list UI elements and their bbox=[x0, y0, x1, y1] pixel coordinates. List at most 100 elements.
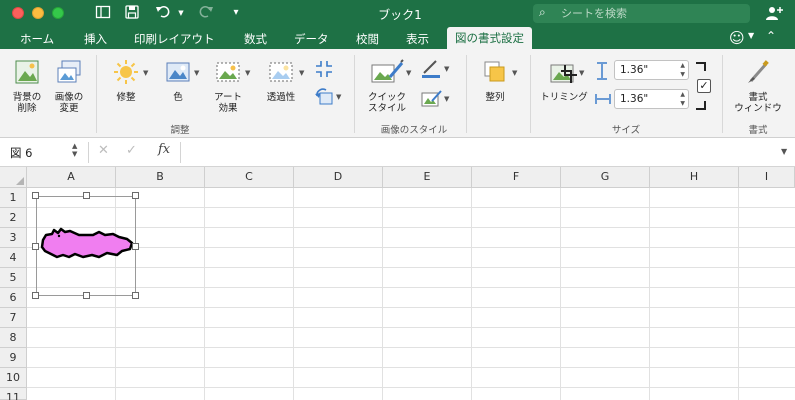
tab-home[interactable]: ホーム bbox=[20, 31, 54, 47]
insert-function-icon[interactable]: fx bbox=[158, 142, 170, 157]
grid-line bbox=[27, 247, 795, 248]
sidebar-toggle-icon[interactable] bbox=[95, 4, 111, 22]
column-header-i[interactable]: I bbox=[739, 167, 795, 188]
expand-formula-bar-icon[interactable]: ▼ bbox=[781, 147, 787, 156]
customize-toolbar-icon[interactable]: ▾ bbox=[230, 4, 242, 22]
column-header-b[interactable]: B bbox=[116, 167, 205, 188]
ribbon-separator bbox=[530, 55, 531, 133]
confirm-edit-icon[interactable]: ✓ bbox=[126, 143, 137, 158]
transparency-button[interactable]: 透過性 bbox=[260, 59, 302, 103]
picture-border-icon[interactable] bbox=[420, 59, 442, 79]
column-header-h[interactable]: H bbox=[650, 167, 739, 188]
row-header-7[interactable]: 7 bbox=[0, 308, 27, 328]
column-header-f[interactable]: F bbox=[472, 167, 561, 188]
search-sheet-box[interactable]: ⌕ bbox=[533, 4, 750, 23]
resize-handle-top-right[interactable] bbox=[132, 192, 139, 199]
smiley-feedback-icon[interactable]: ☺ bbox=[729, 29, 745, 47]
remove-background-button[interactable]: 背景の 削除 bbox=[8, 59, 46, 114]
width-down-icon[interactable]: ▼ bbox=[680, 100, 685, 107]
transparency-dropdown-icon[interactable]: ▼ bbox=[299, 69, 304, 77]
picture-effects-dropdown-icon[interactable]: ▼ bbox=[444, 95, 449, 103]
arrange-dropdown-icon[interactable]: ▼ bbox=[512, 69, 517, 77]
column-header-d[interactable]: D bbox=[294, 167, 383, 188]
reset-picture-icon[interactable] bbox=[314, 87, 336, 107]
resize-handle-bottom-right[interactable] bbox=[132, 292, 139, 299]
transparency-icon bbox=[260, 59, 302, 88]
width-up-icon[interactable]: ▲ bbox=[680, 91, 685, 98]
row-header-9[interactable]: 9 bbox=[0, 348, 27, 368]
group-label-adjust: 調整 bbox=[170, 125, 190, 136]
column-header-a[interactable]: A bbox=[27, 167, 116, 188]
resize-handle-top[interactable] bbox=[83, 192, 90, 199]
redo-icon[interactable] bbox=[198, 4, 214, 22]
ribbon: 背景の 削除 画像の 変更 修整 ▼ 色 ▼ アート 効果 ▼ 透過性 ▼ ▼ … bbox=[0, 49, 795, 138]
row-header-5[interactable]: 5 bbox=[0, 268, 27, 288]
ribbon-separator bbox=[466, 55, 467, 133]
color-dropdown-icon[interactable]: ▼ bbox=[194, 69, 199, 77]
corrections-dropdown-icon[interactable]: ▼ bbox=[143, 69, 148, 77]
row-header-10[interactable]: 10 bbox=[0, 368, 27, 388]
maximize-window-button[interactable] bbox=[52, 7, 64, 19]
resize-handle-bottom-left[interactable] bbox=[32, 292, 39, 299]
resize-handle-right[interactable] bbox=[132, 243, 139, 250]
height-spinner[interactable]: 1.36" ▲ ▼ bbox=[614, 60, 689, 80]
grid-line bbox=[27, 307, 795, 308]
arrange-button[interactable]: 整列 bbox=[478, 59, 512, 103]
corrections-button[interactable]: 修整 bbox=[106, 59, 146, 103]
paintbrush-icon bbox=[728, 59, 788, 88]
crop-button[interactable]: トリミング bbox=[538, 59, 590, 103]
tab-review[interactable]: 校閲 bbox=[356, 31, 379, 47]
tab-view[interactable]: 表示 bbox=[406, 31, 429, 47]
resize-handle-top-left[interactable] bbox=[32, 192, 39, 199]
name-box-stepper-icon[interactable]: ▲ ▼ bbox=[72, 142, 77, 158]
tab-formulas[interactable]: 数式 bbox=[244, 31, 267, 47]
tab-data[interactable]: データ bbox=[294, 31, 329, 47]
undo-dropdown-icon[interactable]: ▼ bbox=[177, 4, 185, 22]
quick-styles-button[interactable]: クイック スタイル bbox=[364, 59, 410, 114]
quick-styles-icon bbox=[364, 59, 410, 88]
search-sheet-input[interactable] bbox=[561, 6, 741, 21]
row-header-1[interactable]: 1 bbox=[0, 188, 27, 208]
compress-pictures-icon[interactable] bbox=[314, 59, 336, 79]
tab-page-layout[interactable]: 印刷レイアウト bbox=[134, 31, 215, 47]
art-effects-button[interactable]: アート 効果 bbox=[208, 59, 248, 114]
shape-width-icon bbox=[594, 91, 612, 107]
tab-insert[interactable]: 挿入 bbox=[84, 31, 107, 47]
picture-effects-icon[interactable] bbox=[420, 89, 442, 109]
selected-picture[interactable] bbox=[32, 192, 139, 299]
column-header-e[interactable]: E bbox=[383, 167, 472, 188]
close-window-button[interactable] bbox=[12, 7, 24, 19]
crop-dropdown-icon[interactable]: ▼ bbox=[579, 69, 584, 77]
row-header-6[interactable]: 6 bbox=[0, 288, 27, 308]
cancel-edit-icon[interactable]: ✕ bbox=[98, 143, 109, 158]
save-icon[interactable] bbox=[124, 4, 140, 22]
row-header-3[interactable]: 3 bbox=[0, 228, 27, 248]
resize-handle-left[interactable] bbox=[32, 243, 39, 250]
column-header-c[interactable]: C bbox=[205, 167, 294, 188]
collapse-ribbon-icon[interactable]: ⌃ bbox=[766, 29, 776, 43]
row-header-8[interactable]: 8 bbox=[0, 328, 27, 348]
height-up-icon[interactable]: ▲ bbox=[680, 62, 685, 69]
picture-border-dropdown-icon[interactable]: ▼ bbox=[444, 65, 449, 73]
height-down-icon[interactable]: ▼ bbox=[680, 71, 685, 78]
select-all-corner[interactable] bbox=[0, 167, 27, 188]
add-person-icon[interactable] bbox=[765, 5, 783, 25]
quick-styles-dropdown-icon[interactable]: ▼ bbox=[406, 69, 411, 77]
art-effects-dropdown-icon[interactable]: ▼ bbox=[245, 69, 250, 77]
color-button[interactable]: 色 bbox=[160, 59, 196, 103]
undo-icon[interactable] bbox=[155, 4, 173, 22]
feedback-dropdown-icon[interactable]: ▼ bbox=[748, 31, 754, 40]
minimize-window-button[interactable] bbox=[32, 7, 44, 19]
width-spinner[interactable]: 1.36" ▲ ▼ bbox=[614, 89, 689, 109]
row-header-2[interactable]: 2 bbox=[0, 208, 27, 228]
format-pane-button[interactable]: 書式 ウィンドウ bbox=[728, 59, 788, 114]
tab-picture-format[interactable]: 図の書式設定 bbox=[447, 27, 532, 49]
row-header-11[interactable]: 11 bbox=[0, 388, 27, 400]
resize-handle-bottom[interactable] bbox=[83, 292, 90, 299]
row-header-4[interactable]: 4 bbox=[0, 248, 27, 268]
formula-input[interactable] bbox=[186, 142, 776, 163]
reset-picture-dropdown-icon[interactable]: ▼ bbox=[336, 93, 341, 101]
lock-aspect-checkbox[interactable]: ✓ bbox=[697, 79, 711, 93]
change-picture-button[interactable]: 画像の 変更 bbox=[50, 59, 88, 114]
column-header-g[interactable]: G bbox=[561, 167, 650, 188]
